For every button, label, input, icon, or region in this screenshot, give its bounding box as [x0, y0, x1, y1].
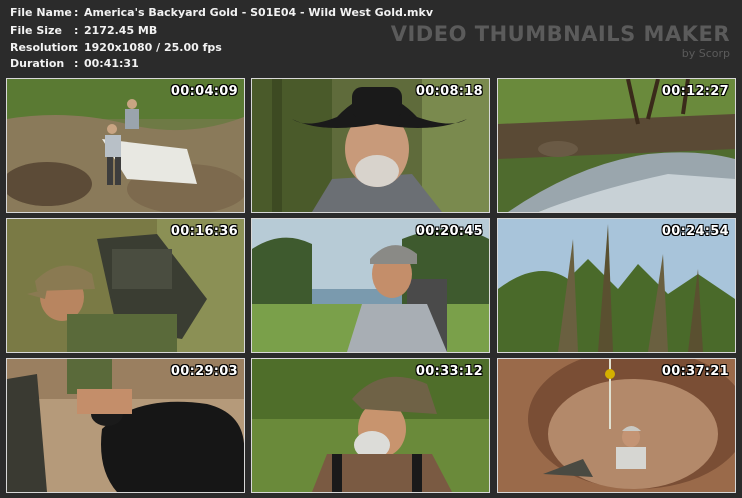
file-name-row: File Name: America's Backyard Gold - S01E… — [10, 6, 433, 22]
separator: : — [74, 24, 79, 37]
thumbnail-5[interactable]: 00:20:45 — [251, 218, 490, 353]
thumbnail-timestamp: 00:33:12 — [415, 364, 483, 379]
duration-label: Duration — [10, 57, 65, 70]
thumbnail-timestamp: 00:08:18 — [415, 84, 483, 99]
thumbnail-1[interactable]: 00:04:09 — [6, 78, 245, 213]
thumbnail-8[interactable]: 00:33:12 — [251, 358, 490, 493]
thumbnail-timestamp: 00:37:21 — [661, 364, 729, 379]
file-size-label: File Size — [10, 24, 62, 37]
file-size-row: File Size:2172.45 MB — [10, 24, 157, 40]
resolution-label: Resolution — [10, 41, 77, 54]
separator: : — [74, 6, 79, 19]
separator: : — [74, 57, 79, 70]
thumbnail-3[interactable]: 00:12:27 — [497, 78, 736, 213]
thumbnail-6[interactable]: 00:24:54 — [497, 218, 736, 353]
brand-subtitle: by Scorp — [681, 47, 730, 60]
resolution-row: Resolution: 1920x1080 / 25.00 fps — [10, 41, 222, 57]
thumbnail-timestamp: 00:12:27 — [661, 84, 729, 99]
thumbnail-timestamp: 00:24:54 — [661, 224, 729, 239]
thumbnail-2[interactable]: 00:08:18 — [251, 78, 490, 213]
thumbnail-4[interactable]: 00:16:36 — [6, 218, 245, 353]
thumbnail-timestamp: 00:16:36 — [170, 224, 238, 239]
separator: : — [74, 41, 79, 54]
thumbnail-timestamp: 00:04:09 — [170, 84, 238, 99]
file-size-value: 2172.45 MB — [84, 24, 158, 37]
thumbnail-timestamp: 00:20:45 — [415, 224, 483, 239]
brand-title: VIDEO THUMBNAILS MAKER — [390, 22, 730, 46]
file-name-value: America's Backyard Gold - S01E04 - Wild … — [84, 6, 433, 19]
info-header: File Name: America's Backyard Gold - S01E… — [0, 0, 742, 76]
duration-value: 00:41:31 — [84, 57, 139, 70]
file-name-label: File Name — [10, 6, 72, 19]
thumbnail-7[interactable]: 00:29:03 — [6, 358, 245, 493]
resolution-value: 1920x1080 / 25.00 fps — [84, 41, 222, 54]
thumbnail-timestamp: 00:29:03 — [170, 364, 238, 379]
thumbnail-9[interactable]: 00:37:21 — [497, 358, 736, 493]
duration-row: Duration:00:41:31 — [10, 57, 139, 73]
brand-logo: VIDEO THUMBNAILS MAKER by Scorp — [391, 22, 730, 60]
